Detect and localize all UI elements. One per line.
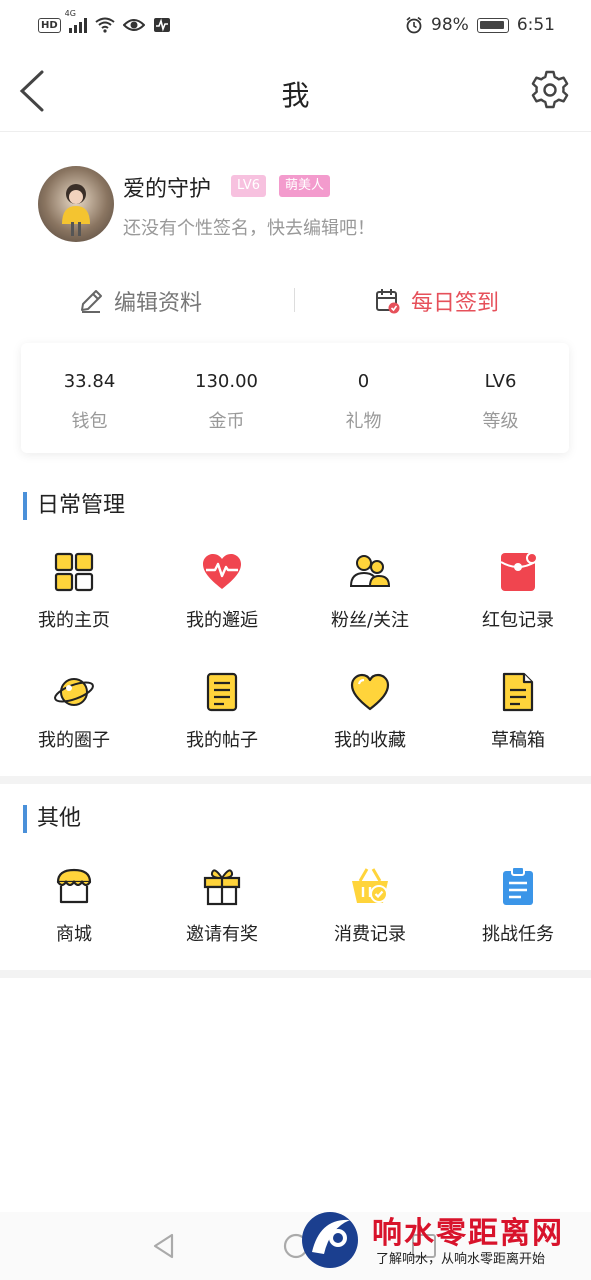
section-title-other: 其他 (23, 805, 81, 833)
stat-wallet[interactable]: 33.84 钱包 (21, 343, 158, 453)
avatar[interactable] (38, 166, 114, 242)
hd-indicator: HD (38, 17, 61, 33)
gear-icon[interactable] (529, 69, 571, 111)
eye-icon (122, 19, 145, 31)
menu-item-label: 邀请有奖 (186, 924, 258, 945)
menu-item-label: 挑战任务 (482, 924, 554, 945)
menu-item-circles[interactable]: 我的圈子 (0, 670, 148, 770)
nav-back-icon[interactable] (150, 1232, 178, 1260)
watermark-name: 响水零距离网 (372, 1216, 564, 1251)
page-title: 我 (281, 79, 310, 112)
daily-checkin-button[interactable]: 每日签到 (375, 278, 499, 324)
section-separator (0, 776, 591, 784)
menu-item-label: 草稿箱 (491, 730, 545, 751)
menu-item-invite[interactable]: 邀请有奖 (148, 864, 296, 964)
gift-icon (203, 869, 241, 906)
clipboard-icon (503, 866, 533, 905)
status-bar: HD 4G 98% 6:51 (0, 0, 591, 50)
status-right: 98% 6:51 (405, 15, 555, 35)
level-badge: LV6 (231, 175, 266, 197)
grid-icon (54, 552, 94, 592)
wifi-icon (95, 17, 115, 33)
menu-item-posts[interactable]: 我的帖子 (148, 670, 296, 770)
stat-coins[interactable]: 130.00 金币 (158, 343, 295, 453)
stat-label: 钱包 (71, 411, 108, 432)
edit-profile-button[interactable]: 编辑资料 (78, 278, 202, 324)
menu-item-label: 商城 (56, 924, 92, 945)
signature-text[interactable]: 还没有个性签名，快去编辑吧！ (123, 214, 375, 240)
menu-item-label: 我的圈子 (38, 730, 110, 751)
menu-item-label: 粉丝/关注 (330, 610, 410, 631)
other-grid: 商城 邀请有奖 消费记录 挑战任务 (0, 864, 591, 974)
stat-label: 礼物 (345, 411, 382, 432)
menu-item-homepage[interactable]: 我的主页 (0, 550, 148, 650)
top-bar: 我 (0, 50, 591, 132)
stat-value: 0 (357, 371, 370, 392)
menu-item-spending[interactable]: 消费记录 (296, 864, 444, 964)
draft-icon (502, 672, 534, 712)
menu-item-label: 我的收藏 (334, 730, 406, 751)
menu-item-label: 红包记录 (482, 610, 554, 631)
title-badge: 萌美人 (279, 175, 331, 197)
edit-profile-label: 编辑资料 (114, 291, 203, 316)
heart-icon (350, 673, 390, 711)
signal-icon: 4G (65, 9, 87, 33)
menu-item-label: 我的主页 (38, 610, 110, 631)
menu-item-label: 我的邂逅 (186, 610, 258, 631)
stat-value: 130.00 (195, 371, 258, 392)
menu-item-drafts[interactable]: 草稿箱 (444, 670, 591, 770)
profile-actions: 编辑资料 每日签到 (0, 278, 591, 324)
daily-grid: 我的主页 我的邂逅 粉丝/关注 红包记录 我的圈子 我的帖子 我的收藏 草稿箱 (0, 550, 591, 790)
menu-item-followers[interactable]: 粉丝/关注 (296, 550, 444, 650)
status-left: HD 4G (38, 9, 171, 33)
network-type: 4G (64, 9, 76, 18)
menu-item-challenges[interactable]: 挑战任务 (444, 864, 591, 964)
activity-icon (153, 18, 170, 32)
avatar-image (62, 184, 90, 236)
stat-value: LV6 (484, 371, 517, 392)
watermark-logo-icon (302, 1212, 358, 1268)
menu-item-shop[interactable]: 商城 (0, 864, 148, 964)
action-divider (294, 288, 295, 312)
document-icon (206, 672, 238, 712)
username: 爱的守护 (123, 177, 212, 202)
menu-item-favorites[interactable]: 我的收藏 (296, 670, 444, 770)
stat-label: 等级 (482, 411, 519, 432)
stat-gifts[interactable]: 0 礼物 (295, 343, 432, 453)
clock: 6:51 (516, 15, 555, 35)
menu-item-label: 消费记录 (334, 924, 406, 945)
stats-card: 33.84 钱包 130.00 金币 0 礼物 LV6 等级 (21, 343, 569, 453)
basket-icon (352, 868, 388, 903)
watermark-tagline: 了解响水，从响水零距离开始 (376, 1252, 546, 1267)
section-separator (0, 970, 591, 978)
shop-icon (56, 868, 92, 904)
users-icon (349, 555, 391, 587)
red-envelope-icon (500, 552, 538, 591)
daily-checkin-label: 每日签到 (411, 291, 500, 316)
stat-level[interactable]: LV6 等级 (432, 343, 569, 453)
calendar-check-icon (376, 289, 400, 314)
battery-icon (476, 17, 509, 33)
watermark: 响水零距离网 了解响水，从响水零距离开始 (300, 1208, 591, 1280)
alarm-icon (406, 16, 422, 34)
menu-item-encounters[interactable]: 我的邂逅 (148, 550, 296, 650)
battery-percent: 98% (431, 15, 469, 35)
planet-icon (54, 678, 94, 706)
stat-label: 金币 (208, 411, 245, 432)
menu-item-red-envelope[interactable]: 红包记录 (444, 550, 591, 650)
pencil-icon (81, 290, 102, 313)
heart-pulse-icon (203, 554, 241, 589)
menu-item-label: 我的帖子 (186, 730, 258, 751)
stat-value: 33.84 (63, 371, 116, 392)
section-title-daily: 日常管理 (23, 492, 125, 520)
